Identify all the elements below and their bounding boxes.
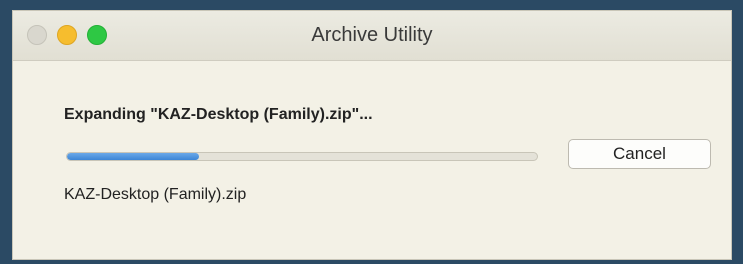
progress-fill — [67, 153, 199, 160]
archive-filename: KAZ-Desktop (Family).zip — [64, 186, 247, 203]
window-title: Archive Utility — [311, 24, 433, 46]
expansion-progress-bar — [66, 152, 538, 161]
title-bar[interactable]: Archive Utility — [13, 11, 731, 61]
archive-utility-window: Archive Utility Expanding "KAZ-Desktop (… — [12, 10, 732, 260]
screen-frame: Archive Utility Expanding "KAZ-Desktop (… — [0, 0, 743, 264]
cancel-button[interactable]: Cancel — [568, 139, 711, 169]
expanding-status-heading: Expanding "KAZ-Desktop (Family).zip"... — [64, 106, 373, 123]
